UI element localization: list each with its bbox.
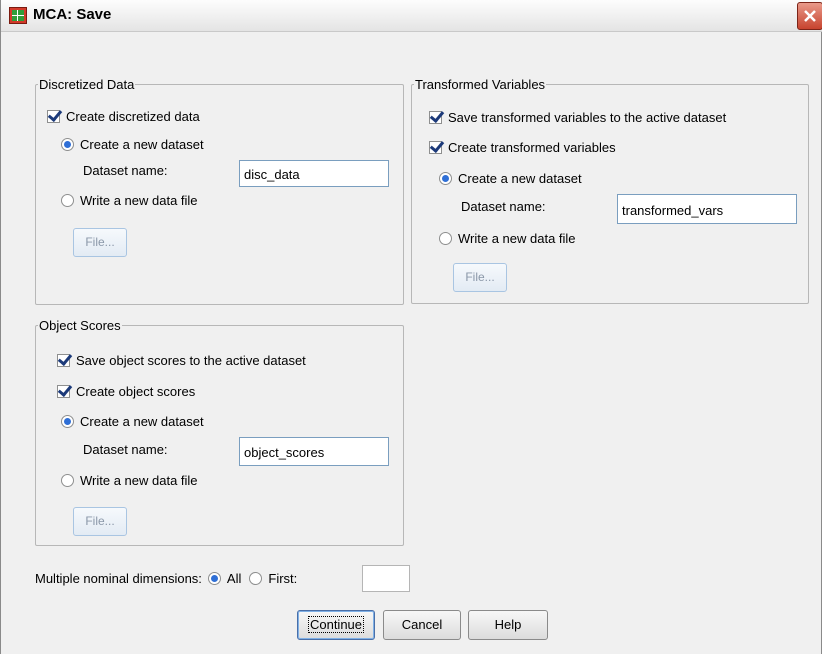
title-bar: MCA: Save [1,0,822,32]
transformed-new-dataset-label: Create a new dataset [458,171,582,186]
dimensions-label: Multiple nominal dimensions: [35,571,202,586]
discretized-dataset-name-label: Dataset name: [83,163,168,178]
create-object-scores-label: Create object scores [76,384,196,399]
transformed-write-file-row[interactable]: Write a new data file [439,231,576,246]
discretized-dataset-name-row: Dataset name: [83,163,168,178]
discretized-write-file-radio[interactable] [61,194,74,207]
discretized-write-file-row[interactable]: Write a new data file [61,193,198,208]
object-scores-write-file-row[interactable]: Write a new data file [61,473,198,488]
transformed-file-button[interactable]: File... [453,263,507,292]
help-button[interactable]: Help [468,610,548,640]
object-scores-new-dataset-radio[interactable] [61,415,74,428]
save-object-scores-checkbox[interactable] [57,354,70,367]
dimensions-all-radio[interactable] [207,572,221,585]
create-object-scores-row[interactable]: Create object scores [57,384,195,399]
create-transformed-checkbox[interactable] [429,141,442,154]
dimensions-first-input[interactable] [362,565,410,592]
discretized-dataset-name-input[interactable]: disc_data [239,160,389,187]
discretized-data-legend: Discretized Data [39,77,135,92]
close-button[interactable] [797,2,822,30]
object-scores-dataset-name-input[interactable]: object_scores [239,437,389,466]
mca-save-dialog: MCA: Save Discretized Data Create discre… [0,0,822,654]
dimensions-all-label: All [226,571,242,586]
dialog-title: MCA: Save [33,6,112,23]
discretized-new-dataset-radio[interactable] [61,138,74,151]
object-scores-legend: Object Scores [39,318,121,333]
transformed-dataset-name-input[interactable]: transformed_vars [617,194,797,224]
object-scores-file-button[interactable]: File... [73,507,127,536]
object-scores-write-file-radio[interactable] [61,474,74,487]
continue-button-label: Continue [307,616,365,633]
create-object-scores-checkbox[interactable] [57,385,70,398]
dimensions-first-radio[interactable] [249,572,263,585]
dimensions-row: Multiple nominal dimensions: All First: [35,571,297,586]
create-transformed-label: Create transformed variables [448,140,616,155]
object-scores-write-file-label: Write a new data file [80,473,198,488]
create-transformed-row[interactable]: Create transformed variables [429,140,616,155]
cancel-button[interactable]: Cancel [383,610,461,640]
close-icon [804,10,816,22]
transformed-dataset-name-label: Dataset name: [461,199,546,214]
dimensions-first-label: First: [268,571,298,586]
object-scores-dataset-name-row: Dataset name: [83,442,168,457]
discretized-file-button[interactable]: File... [73,228,127,257]
create-discretized-label: Create discretized data [66,109,200,124]
save-object-scores-label: Save object scores to the active dataset [76,353,306,368]
discretized-new-dataset-label: Create a new dataset [80,137,204,152]
transformed-variables-legend: Transformed Variables [415,77,546,92]
create-discretized-checkbox[interactable] [47,110,60,123]
save-object-scores-row[interactable]: Save object scores to the active dataset [57,353,306,368]
transformed-write-file-radio[interactable] [439,232,452,245]
transformed-new-dataset-radio[interactable] [439,172,452,185]
save-transformed-row[interactable]: Save transformed variables to the active… [429,110,726,125]
discretized-new-dataset-row[interactable]: Create a new dataset [61,137,204,152]
object-scores-dataset-name-label: Dataset name: [83,442,168,457]
save-transformed-label: Save transformed variables to the active… [448,110,727,125]
spss-app-icon [9,7,27,24]
discretized-write-file-label: Write a new data file [80,193,198,208]
object-scores-new-dataset-label: Create a new dataset [80,414,204,429]
create-discretized-row[interactable]: Create discretized data [47,109,200,124]
object-scores-new-dataset-row[interactable]: Create a new dataset [61,414,204,429]
continue-button[interactable]: Continue [297,610,375,640]
transformed-dataset-name-row: Dataset name: [461,199,546,214]
save-transformed-checkbox[interactable] [429,111,442,124]
transformed-write-file-label: Write a new data file [458,231,576,246]
transformed-new-dataset-row[interactable]: Create a new dataset [439,171,582,186]
